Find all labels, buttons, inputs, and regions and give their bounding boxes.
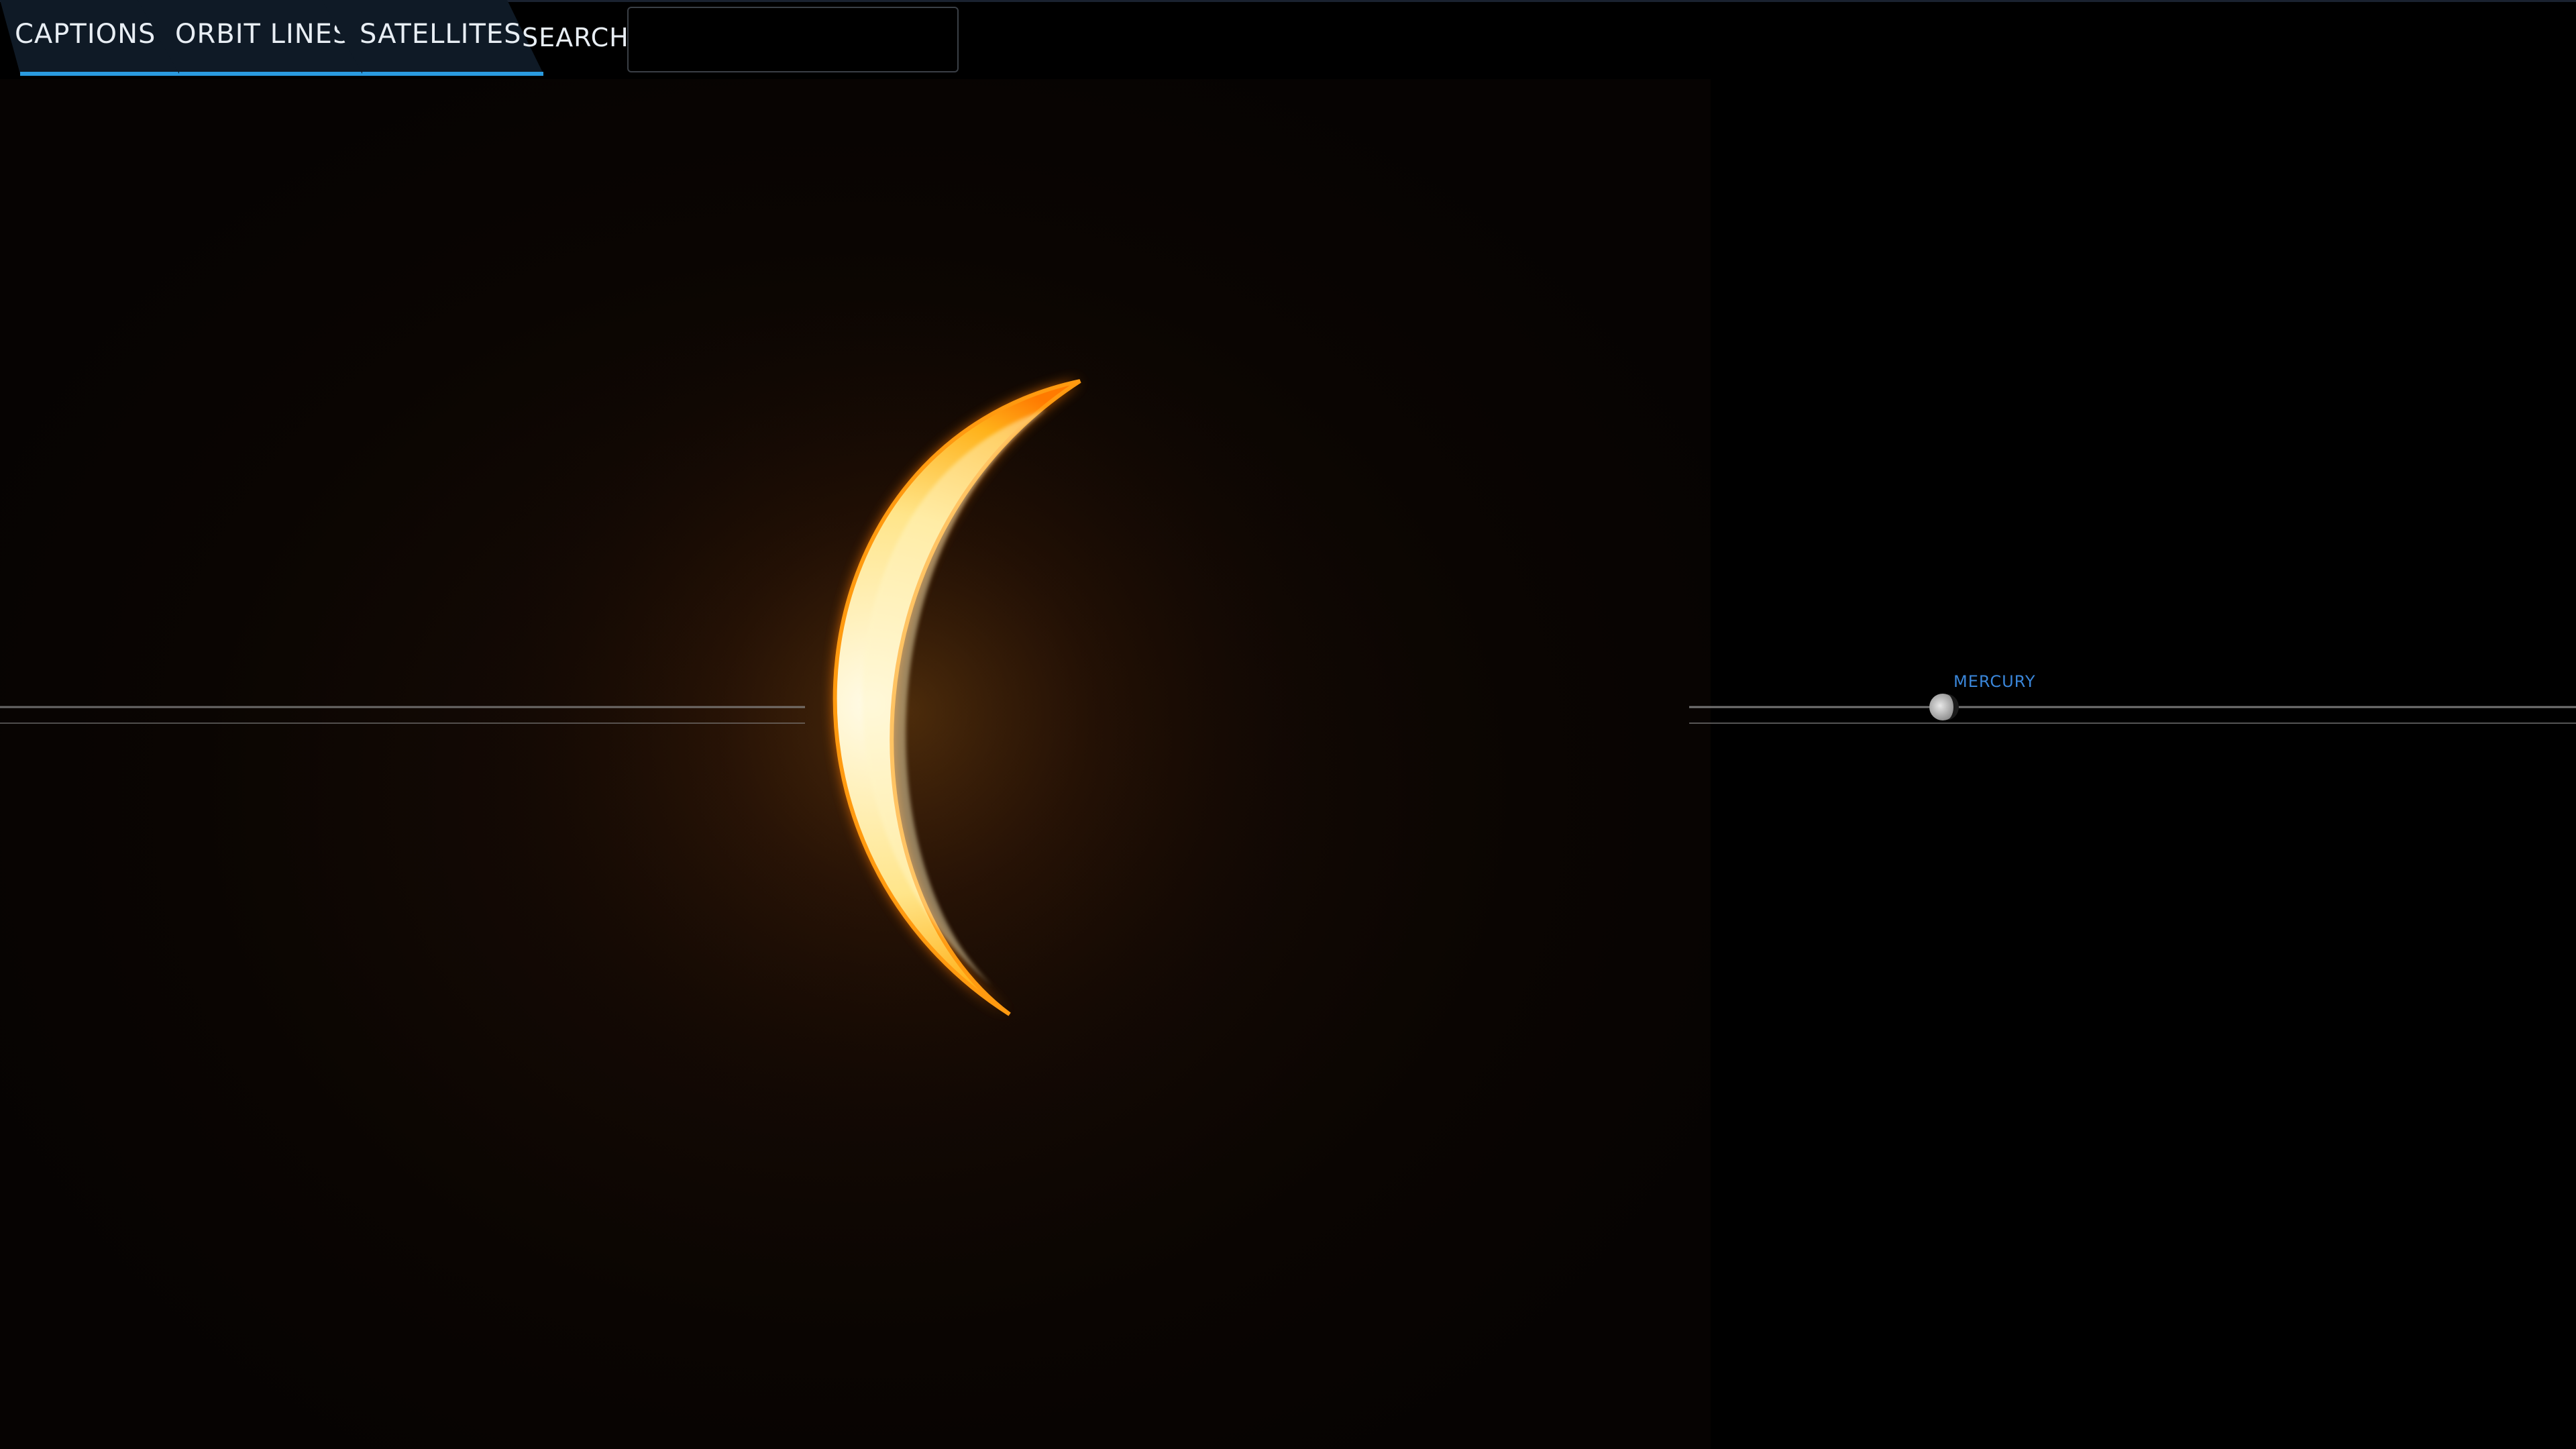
scene-canvas[interactable]	[0, 0, 2576, 1449]
caption-mercury[interactable]: MERCURY	[1953, 672, 2035, 691]
top-toolbar: CAPTIONS ORBIT LINES SATELLITES SEARCH:	[0, 0, 2576, 79]
search-input[interactable]	[627, 7, 959, 72]
search-label: SEARCH:	[522, 23, 639, 52]
planet-mercury-icon[interactable]	[1929, 694, 1959, 720]
tab-satellites-label: SATELLITES	[360, 19, 522, 50]
tab-captions-label: CAPTIONS	[15, 19, 156, 50]
solar-system-viewport[interactable]: MERCURY CAPTIONS ORBIT LINES SATELLITES	[0, 0, 2576, 1449]
orbit-lines-right	[1689, 706, 2576, 724]
tab-satellites[interactable]: SATELLITES	[322, 0, 547, 79]
